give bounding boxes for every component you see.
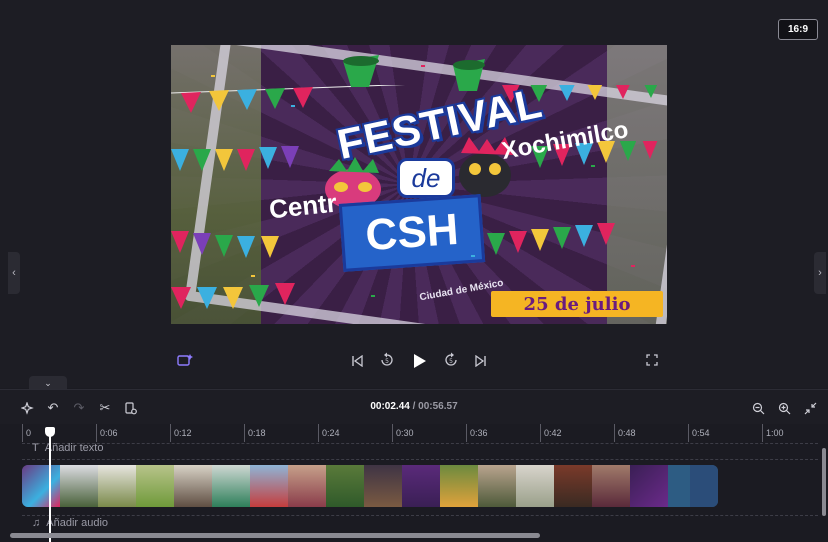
text-icon: T	[32, 442, 39, 454]
total-time: 00:56.57	[418, 401, 458, 412]
clip-thumbnail	[212, 465, 250, 507]
vertical-scrollbar[interactable]	[822, 448, 826, 516]
ruler-tick: 1:00	[762, 424, 784, 442]
add-audio-label: Añadir audio	[46, 517, 109, 529]
rewind-5-icon[interactable]: 5	[377, 350, 397, 370]
ruler-label: 0:18	[248, 428, 266, 438]
timeline-toolbar: ↶ ↷ ✂ 00:02.44 / 00:56.57	[0, 389, 828, 424]
clip-thumbnail	[136, 465, 174, 507]
clip-trim-handle[interactable]	[690, 465, 718, 507]
fit-timeline-icon[interactable]	[801, 399, 819, 417]
chevron-down-icon: ⌄	[44, 377, 52, 388]
confetti	[371, 295, 375, 297]
chevron-right-icon: ›	[818, 267, 822, 279]
confetti	[631, 265, 635, 267]
clip-thumbnail	[22, 465, 60, 507]
clip-thumbnail	[174, 465, 212, 507]
video-text-de: de	[397, 158, 455, 198]
ruler-label: 1:00	[766, 428, 784, 438]
zoom-out-icon[interactable]	[749, 399, 767, 417]
confetti	[421, 65, 425, 67]
video-text-date: 25 de julio	[491, 291, 663, 317]
svg-text:5: 5	[385, 358, 389, 365]
right-panel-toggle[interactable]: ›	[814, 252, 826, 294]
clip-thumbnail	[288, 465, 326, 507]
ruler-tick: 0:30	[392, 424, 414, 442]
clip-thumbnail	[630, 465, 668, 507]
clip-thumbnail	[364, 465, 402, 507]
confetti	[211, 75, 215, 77]
ruler-label: 0:24	[322, 428, 340, 438]
skip-forward-icon[interactable]	[471, 351, 491, 371]
timeline-ruler[interactable]: 0 0:06 0:12 0:18 0:24 0:30 0:36 0:42 0:4…	[0, 424, 828, 442]
ruler-tick: 0	[22, 424, 31, 442]
confetti	[471, 255, 475, 257]
playhead-handle[interactable]	[45, 427, 55, 437]
ruler-tick: 0:36	[466, 424, 488, 442]
svg-text:5: 5	[449, 358, 453, 365]
clip-thumbnail	[250, 465, 288, 507]
ruler-label: 0:06	[100, 428, 118, 438]
camera-sparkle-icon[interactable]	[175, 350, 195, 370]
clip-thumbnail	[402, 465, 440, 507]
ruler-tick: 0:24	[318, 424, 340, 442]
ruler-label: 0:48	[618, 428, 636, 438]
ruler-label: 0:54	[692, 428, 710, 438]
ruler-label: 0:36	[470, 428, 488, 438]
left-panel-toggle[interactable]: ‹	[8, 252, 20, 294]
ruler-tick: 0:54	[688, 424, 710, 442]
clip-thumbnail	[60, 465, 98, 507]
ruler-tick: 0:48	[614, 424, 636, 442]
add-text-button[interactable]: T Añadir texto	[32, 442, 103, 454]
zoom-in-icon[interactable]	[775, 399, 793, 417]
clip-thumbnail	[326, 465, 364, 507]
forward-5-icon[interactable]: 5	[441, 350, 461, 370]
ruler-label: 0:42	[544, 428, 562, 438]
aspect-ratio-button[interactable]: 16:9	[778, 19, 818, 40]
playhead[interactable]	[49, 428, 51, 542]
preview-area: 16:9 ‹ › Xochimilco Centr FESTIVAL de CS…	[0, 0, 828, 390]
video-preview[interactable]: Xochimilco Centr FESTIVAL de CSH Ciudad …	[171, 45, 667, 324]
confetti	[591, 165, 595, 167]
ruler-label: 0:12	[174, 428, 192, 438]
clip-thumbnail	[98, 465, 136, 507]
noise-maker-right	[453, 59, 485, 91]
ruler-tick: 0:42	[540, 424, 562, 442]
current-time: 00:02.44	[370, 401, 410, 412]
confetti	[251, 275, 255, 277]
clip-thumbnail	[478, 465, 516, 507]
text-track[interactable]	[22, 443, 818, 460]
ruler-label: 0:30	[396, 428, 414, 438]
noise-maker-left	[343, 55, 379, 87]
ruler-tick: 0:12	[170, 424, 192, 442]
time-separator: /	[412, 401, 416, 412]
add-text-label: Añadir texto	[44, 442, 104, 454]
fullscreen-icon[interactable]	[642, 350, 662, 370]
ruler-label: 0	[26, 428, 32, 438]
ruler-tick: 0:18	[244, 424, 266, 442]
confetti	[291, 105, 295, 107]
horizontal-scrollbar[interactable]	[10, 533, 540, 538]
music-note-icon: ♫	[32, 517, 41, 529]
ruler-tick: 0:06	[96, 424, 118, 442]
add-audio-button[interactable]: ♫ Añadir audio	[32, 517, 108, 529]
clip-thumbnail	[592, 465, 630, 507]
clip-thumbnail	[516, 465, 554, 507]
collapse-timeline-button[interactable]: ⌄	[29, 376, 67, 390]
timecode-display: 00:02.44 / 00:56.57	[0, 401, 828, 412]
video-text-csh: CSH	[338, 194, 486, 272]
chevron-left-icon: ‹	[12, 267, 16, 279]
video-clip[interactable]	[22, 465, 718, 507]
play-icon[interactable]	[409, 350, 431, 372]
clip-thumbnail	[554, 465, 592, 507]
skip-back-icon[interactable]	[347, 351, 367, 371]
clip-thumbnail	[440, 465, 478, 507]
audio-track[interactable]	[22, 515, 818, 533]
